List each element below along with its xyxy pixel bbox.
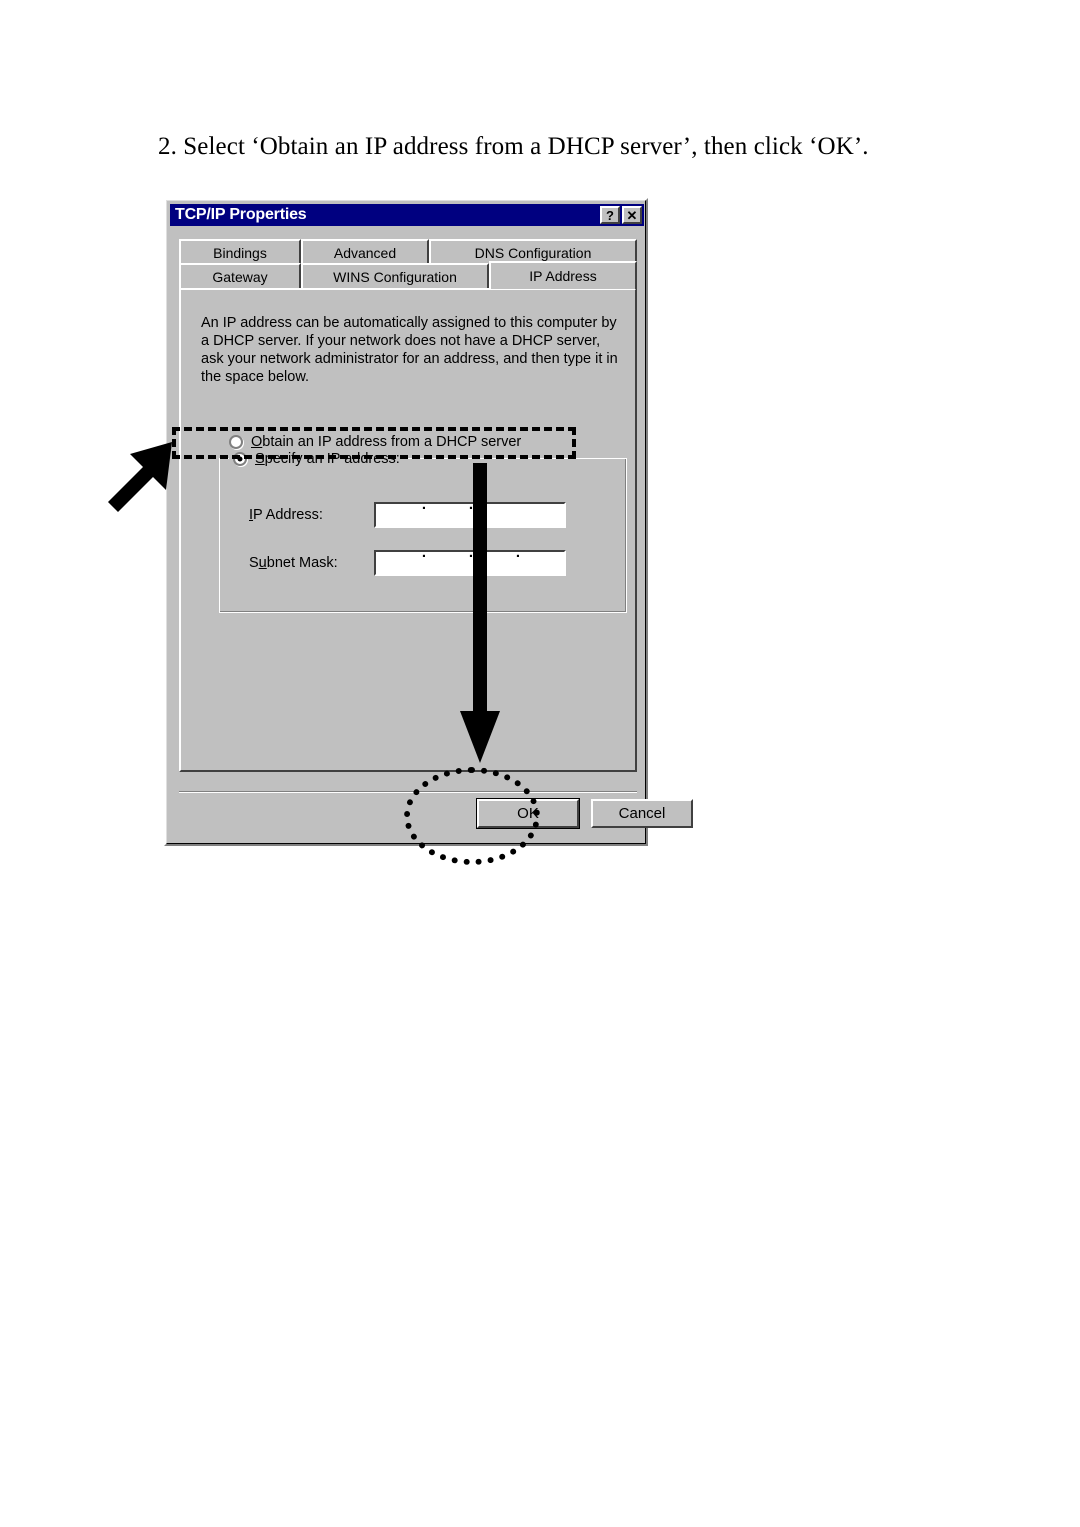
radio-label-obtain: Obtain an IP address from a DHCP server [251,434,522,450]
close-icon[interactable]: ✕ [622,206,642,224]
radio-button-icon-specify[interactable] [233,452,247,466]
dialog-titlebar[interactable]: TCP/IP Properties ? ✕ [170,204,644,226]
radio-label-specify: Specify an IP address: [255,451,400,467]
ok-button[interactable]: OK [476,798,580,829]
tab-gateway[interactable]: Gateway [179,263,301,288]
tab-bindings[interactable]: Bindings [179,239,301,264]
button-separator [179,791,637,793]
tab-strip: Bindings Advanced DNS Configuration Gate… [179,239,637,289]
help-icon[interactable]: ? [600,206,620,224]
dialog-inner-frame: TCP/IP Properties ? ✕ Bindings Advanced … [166,200,693,844]
instruction-text: 2. Select ‘Obtain an IP address from a D… [158,133,869,160]
radio-button-icon-obtain[interactable] [229,435,243,449]
description-text: An IP address can be automatically assig… [201,315,618,385]
label-ip-address: IP Address: [249,507,323,523]
tab-ip-address[interactable]: IP Address [489,261,637,289]
pointer-arrow-to-dhcp-option [108,442,172,512]
radio-specify-an-ip-address[interactable]: Specify an IP address: [229,450,404,468]
arrow-to-ok-button [460,463,500,763]
dialog-title: TCP/IP Properties [175,206,307,223]
tab-wins-configuration[interactable]: WINS Configuration [301,263,489,288]
titlebar-button-group: ? ✕ [600,206,642,224]
cancel-button[interactable]: Cancel [591,799,693,828]
groupbox-specify-ip-address [219,458,627,613]
tab-row-2: Gateway WINS Configuration IP Address [179,261,637,289]
field-row-ip-address: IP Address: . . [249,497,566,528]
label-subnet-mask: Subnet Mask: [249,555,338,571]
field-row-subnet-mask: Subnet Mask: . . . [249,545,566,576]
radio-obtain-ip-from-dhcp[interactable]: Obtain an IP address from a DHCP server [229,434,521,450]
tab-advanced[interactable]: Advanced [301,239,429,264]
mask-separator-1: . [421,544,426,561]
tcpip-properties-dialog: TCP/IP Properties ? ✕ Bindings Advanced … [164,198,693,846]
mask-separator-3: . [515,544,520,561]
ip-separator-1: . [421,496,426,513]
ip-address-tab-panel: An IP address can be automatically assig… [179,288,637,772]
dialog-button-row: OK Cancel [167,798,693,839]
